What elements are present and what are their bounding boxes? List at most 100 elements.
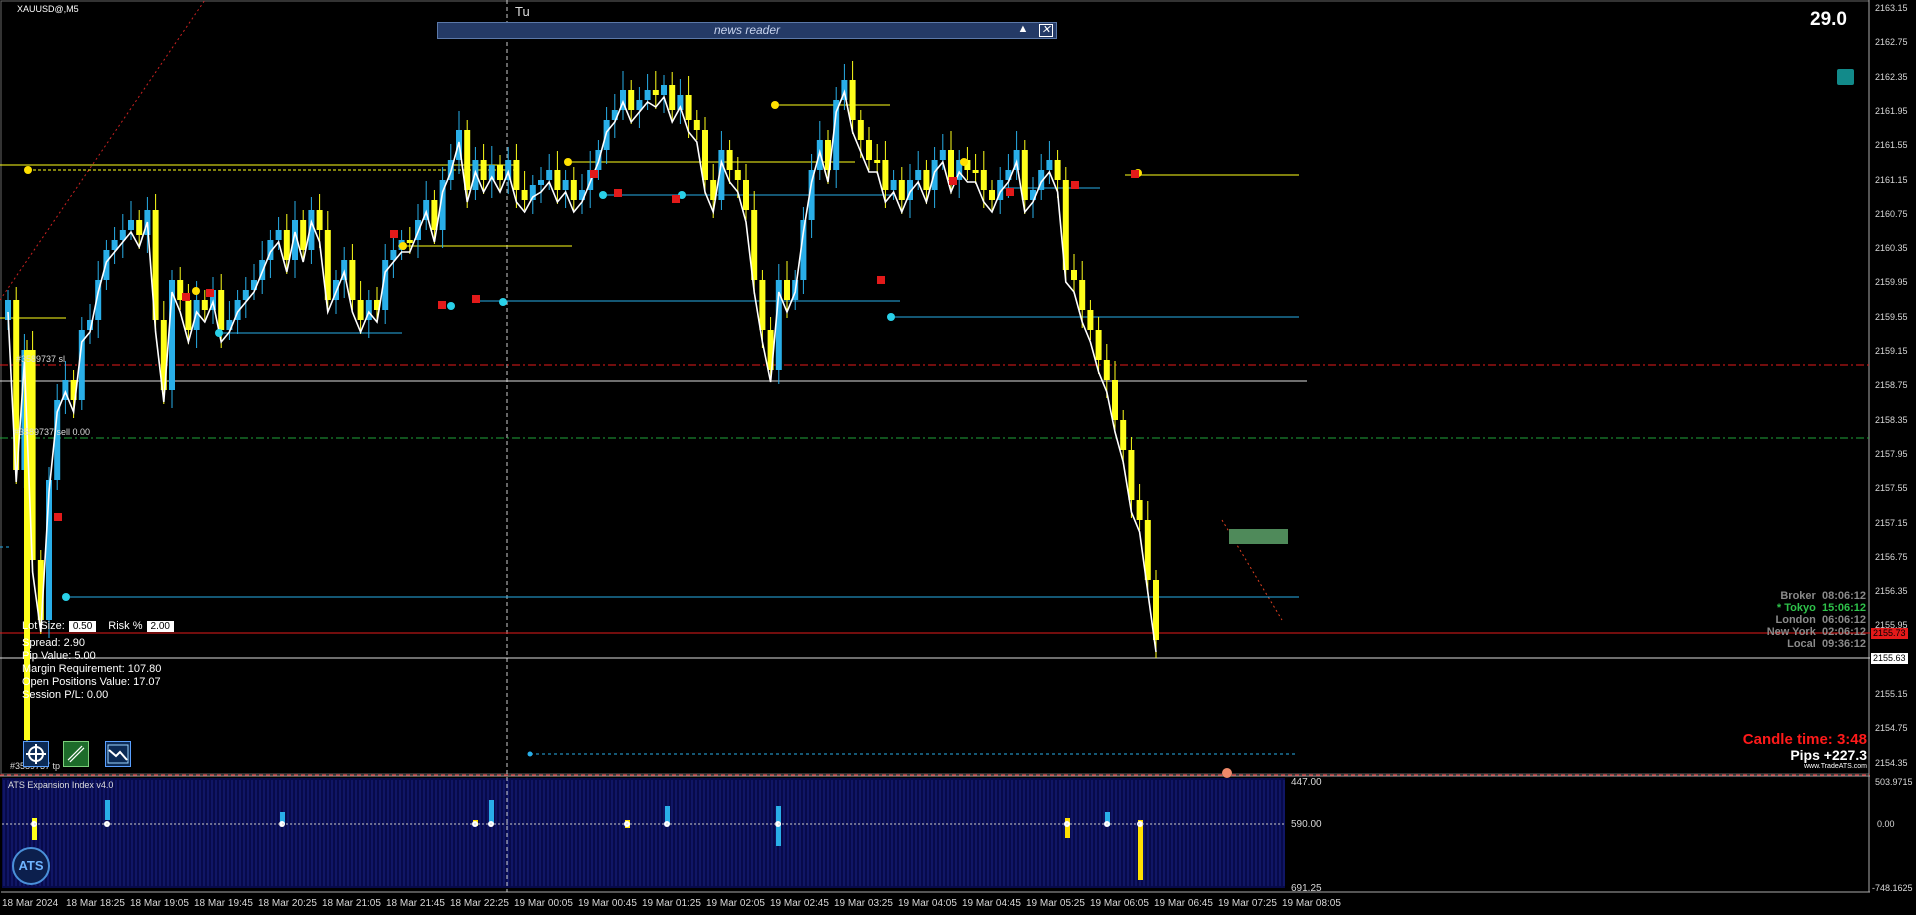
day-marker: Tu [515, 4, 530, 19]
candle-body [1087, 310, 1094, 330]
price-tick-label: 2162.75 [1875, 37, 1908, 48]
clock-new-york: New York 02:06:12 [1766, 626, 1866, 638]
signal-dot [399, 242, 407, 250]
candle-body [316, 210, 323, 230]
candle-body [980, 170, 987, 190]
signal-dot [24, 166, 32, 174]
candle-body [948, 150, 954, 180]
price-tick-label: 2156.35 [1875, 586, 1908, 597]
time-tick-label: 18 Mar 18:25 [66, 898, 125, 909]
level-dot [527, 751, 533, 757]
time-tick-label: 19 Mar 01:25 [642, 898, 701, 909]
signal-square [614, 189, 622, 197]
price-tick-label: 2157.95 [1875, 448, 1908, 459]
signal-dot [960, 158, 968, 166]
time-tick-label: 19 Mar 06:45 [1154, 898, 1213, 909]
signal-square [182, 293, 190, 301]
signal-square [438, 301, 446, 309]
time-tick-label: 19 Mar 08:05 [1282, 898, 1341, 909]
candle-body [1112, 380, 1118, 420]
time-tick-label: 19 Mar 00:45 [578, 898, 637, 909]
sl-label: #3589737 sl [16, 354, 66, 364]
price-tick-label: 2154.75 [1875, 723, 1908, 734]
candle-body [480, 160, 487, 180]
price-tick-label: 2159.95 [1875, 277, 1908, 288]
clock-local: Local 09:36:12 [1787, 638, 1866, 650]
close-button[interactable]: ✕ [1039, 24, 1053, 37]
lot-size-input[interactable]: 0.50 [68, 620, 97, 632]
session-pl-info: Session P/L: 0.00 [22, 689, 109, 701]
signal-dot [771, 101, 779, 109]
price-tick-label: 2154.35 [1875, 757, 1908, 768]
time-tick-label: 19 Mar 02:05 [706, 898, 765, 909]
signal-square [949, 177, 957, 185]
signal-square [206, 289, 214, 297]
price-tick-label: 2160.35 [1875, 243, 1908, 254]
chart-trend-icon [107, 744, 129, 764]
signal-square [472, 295, 480, 303]
candle-body [521, 190, 528, 200]
spread-readout: 29.0 [1810, 9, 1847, 30]
price-tick-label: 2158.75 [1875, 380, 1908, 391]
indicator-right-scale-top: 503.9715 [1875, 777, 1913, 787]
signal-dot [192, 287, 200, 295]
trend-button[interactable] [105, 741, 131, 767]
ats-logo-text: ATS [18, 858, 44, 873]
status-square[interactable] [1837, 69, 1854, 85]
time-tick-label: 19 Mar 06:05 [1090, 898, 1149, 909]
candle-body [570, 180, 577, 200]
indicator-bar [1065, 818, 1070, 838]
risk-input[interactable]: 2.00 [146, 620, 174, 632]
time-tick-label: 18 Mar 21:45 [386, 898, 445, 909]
indicator-right-scale-bottom: -748.1625 [1872, 883, 1913, 893]
crosshair-button[interactable] [23, 741, 49, 767]
candle-body [283, 230, 290, 260]
indicator-left-scale-bottom: 691.25 [1291, 883, 1322, 894]
trend-line-red [0, 0, 206, 301]
collapse-button[interactable]: ▲ [1016, 24, 1030, 37]
pips-total: Pips +227.3 [1790, 747, 1867, 763]
candle-body [300, 220, 307, 250]
signal-square [590, 170, 598, 178]
candle-body [644, 90, 651, 100]
price-tick-label: 2163.15 [1875, 3, 1908, 13]
candle-body [1046, 160, 1053, 170]
level-price-tag: 2155.63 [1871, 653, 1908, 664]
candle-body [890, 180, 897, 190]
price-chart[interactable] [0, 0, 1916, 915]
signal-square [390, 230, 398, 238]
time-tick-label: 18 Mar 19:45 [194, 898, 253, 909]
candle-body [743, 180, 749, 210]
candle-body [218, 290, 225, 330]
candle-body [669, 85, 676, 110]
risk-label: Risk % [108, 620, 143, 632]
link-button[interactable] [63, 741, 89, 767]
signal-dot [887, 313, 895, 321]
price-tick-label: 2161.15 [1875, 174, 1908, 185]
chain-link-icon [67, 745, 85, 763]
open-positions-info: Open Positions Value: 17.07 [22, 676, 161, 688]
signal-dot [447, 302, 455, 310]
clock-london: London 06:06:12 [1775, 614, 1867, 626]
candle-body [874, 160, 881, 163]
signal-square [672, 195, 680, 203]
candle-body [685, 95, 692, 120]
price-tick-label: 2161.55 [1875, 140, 1908, 151]
indicator-bar [489, 800, 494, 824]
candle-body [866, 140, 872, 160]
candle-body [652, 90, 659, 95]
news-reader-bar[interactable]: news reader ▲ ✕ [437, 22, 1057, 39]
signal-dot [599, 191, 607, 199]
price-tick-label: 2157.55 [1875, 483, 1908, 494]
candle-body [734, 170, 741, 180]
candle-body [406, 240, 413, 243]
candle-body [554, 170, 561, 190]
candle-body [972, 170, 979, 173]
candle-body [1095, 330, 1102, 360]
clock-tokyo: * Tokyo 15:06:12 [1776, 602, 1866, 614]
price-tick-label: 2158.35 [1875, 414, 1908, 425]
signal-dot [499, 298, 507, 306]
candle-body [128, 220, 134, 230]
indicator-title: ATS Expansion Index v4.0 [8, 780, 114, 790]
indicator-bar [105, 800, 110, 820]
